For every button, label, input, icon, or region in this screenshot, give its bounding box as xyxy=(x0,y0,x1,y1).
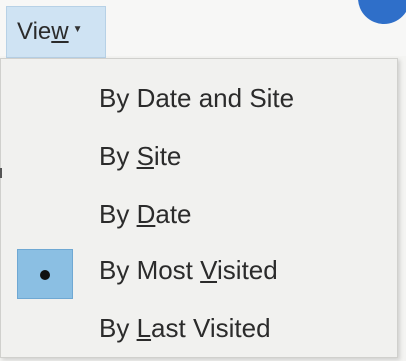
avatar[interactable] xyxy=(358,0,406,24)
edge-divider xyxy=(0,168,2,178)
menu-item-label: By Date xyxy=(99,199,192,229)
menu-item-by-last-visited[interactable]: By Last Visited xyxy=(1,303,397,359)
menu-item-by-date-and-site[interactable]: By Date and Site xyxy=(1,73,397,129)
selected-indicator xyxy=(17,249,73,299)
menu-item-by-date[interactable]: By Date xyxy=(1,189,397,245)
view-menu-label: View xyxy=(17,18,69,45)
menu-item-label: By Site xyxy=(99,141,182,171)
caret-down-icon: ▼ xyxy=(72,23,83,35)
menu-item-label: By Last Visited xyxy=(99,313,271,343)
view-dropdown-menu: By Date and Site By Site By Date By Most… xyxy=(0,58,398,358)
menu-item-by-most-visited[interactable]: By Most Visited xyxy=(1,245,397,301)
menu-bar: View ▼ xyxy=(0,0,406,58)
radio-bullet-icon xyxy=(40,270,50,280)
menu-item-label: By Most Visited xyxy=(99,255,278,285)
view-menu-button[interactable]: View ▼ xyxy=(6,6,106,58)
menu-item-by-site[interactable]: By Site xyxy=(1,131,397,187)
menu-item-label: By Date and Site xyxy=(99,83,295,113)
